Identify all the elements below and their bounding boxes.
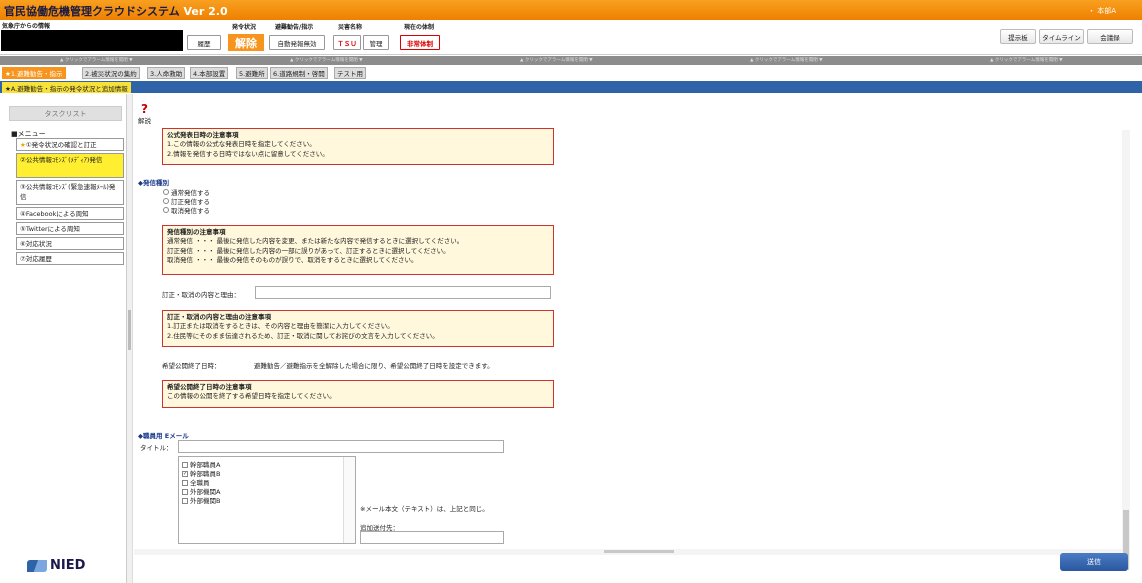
recipient-checkbox[interactable]: 全職員 <box>182 479 210 487</box>
sidebar-item-facebook[interactable]: ④Facebookによる周知 <box>16 207 124 220</box>
alarm-toggle[interactable]: ▲ クリックでアラーム情報を開閉 ▼ <box>990 57 1063 63</box>
tasklist-button[interactable]: タスクリスト <box>9 106 122 121</box>
radio-circle-icon[interactable] <box>163 198 169 204</box>
sidebar-item-status-check[interactable]: ★①発令状況の確認と訂正 <box>16 138 124 151</box>
app-title: 官民協働危機管理クラウドシステム Ver 2.0 <box>4 5 228 18</box>
alarm-toggle[interactable]: ▲ クリックでアラーム情報を開閉 ▼ <box>290 57 363 63</box>
extra-recipient-input[interactable] <box>360 531 504 544</box>
checkbox-icon[interactable] <box>182 498 188 504</box>
manage-button[interactable]: 管理 <box>363 35 389 50</box>
tab-road-control[interactable]: 6.道路規制・啓開 <box>270 67 328 79</box>
disaster-label: 災害名称 <box>338 24 363 31</box>
checkbox-icon[interactable] <box>182 489 188 495</box>
sidebar: タスクリスト ■メニュー ★①発令状況の確認と訂正 ②公共情報ｺﾓﾝｽﾞ(ﾒﾃﾞ… <box>0 94 127 583</box>
end-datetime-note: 避難勧告／避難指示を全解除した場合に限り、希望公開終了日時を設定できます。 <box>254 362 494 370</box>
note-line: 2.住民等にそのまま伝達されるため、訂正・取消に関してお詫びの文言を入力してくだ… <box>167 331 439 340</box>
minutes-button[interactable]: 会議録 <box>1087 29 1133 44</box>
tab-damage-summary[interactable]: 2.被災状況の集約 <box>82 67 140 79</box>
note-title: 発信種別の注意事項 <box>167 228 226 236</box>
subtab-bar: ★A.避難勧告・指示の発令状況と追加情報 <box>0 81 1142 93</box>
note-line: 訂正発信 ・・・ 最後に発信した内容の一部に誤りがあって、訂正するときに選択して… <box>167 246 450 255</box>
splitter-handle[interactable] <box>128 310 131 350</box>
note-send-type: 発信種別の注意事項 通常発信 ・・・ 最後に発信した内容を変更、または新たな内容… <box>162 225 554 275</box>
note-title: 公式発表日時の注意事項 <box>167 131 239 139</box>
radio-circle-icon[interactable] <box>163 189 169 195</box>
note-publish-datetime: 公式発表日時の注意事項 1.この情報の公式な発表日時を指定してください。 2.情… <box>162 128 554 165</box>
note-end-datetime: 希望公開終了日時の注意事項 この情報の公開を終了する希望日時を指定してください。 <box>162 380 554 408</box>
recipient-checkbox[interactable]: 外部機関A <box>182 488 220 496</box>
system-label: 現在の体制 <box>404 24 435 31</box>
title-bar: 官民協働危機管理クラウドシステム Ver 2.0 ・ 本部A <box>0 0 1142 20</box>
alarm-toggle[interactable]: ▲ クリックでアラーム情報を開閉 ▼ <box>520 57 593 63</box>
subtab-evac-status[interactable]: ★A.避難勧告・指示の発令状況と追加情報 <box>2 82 131 93</box>
vertical-scrollbar[interactable] <box>1122 130 1130 570</box>
note-line: 取消発信 ・・・ 最後の発信そのものが誤りで、取消をするときに選択してください。 <box>167 256 418 265</box>
status-value-badge: 解除 <box>228 34 264 51</box>
recipient-checkbox[interactable]: 幹部職員A <box>182 461 220 469</box>
alarm-toggle[interactable]: ▲ クリックでアラーム情報を開閉 ▼ <box>750 57 823 63</box>
note-line: 1.この情報の公式な発表日時を指定してください。 <box>167 140 316 149</box>
sidebar-item-lcommons-mail[interactable]: ③公共情報ｺﾓﾝｽﾞ(緊急速報ﾒｰﾙ)発信 <box>16 180 124 205</box>
alarm-strip[interactable]: ▲ クリックでアラーム情報を開閉 ▼ ▲ クリックでアラーム情報を開閉 ▼ ▲ … <box>0 56 1142 65</box>
recipient-checkbox[interactable]: ✓ 幹部職員B <box>182 470 220 478</box>
nied-logo: NIED <box>27 558 85 573</box>
timeline-button[interactable]: タイムライン <box>1039 29 1084 44</box>
note-line: 通常発信 ・・・ 最後に発信した内容を変更、または新たな内容で発信するときに選択… <box>167 237 464 246</box>
scroll-thumb[interactable] <box>604 550 674 553</box>
sidebar-item-response-status[interactable]: ⑥対応状況 <box>16 237 124 250</box>
recipient-listbox[interactable]: 幹部職員A ✓ 幹部職員B 全職員 外部機関A 外部機関B <box>178 456 356 544</box>
question-icon: ? <box>141 102 148 116</box>
note-title: 訂正・取消の内容と理由の注意事項 <box>167 313 271 321</box>
nied-logo-icon <box>27 559 47 572</box>
note-line: 1.訂正または取消をするときは、その内容と理由を簡潔に入力してください。 <box>167 322 394 331</box>
tab-rescue[interactable]: 3.人命救助 <box>147 67 186 79</box>
sidebar-item-twitter[interactable]: ⑤Twitterによる周知 <box>16 222 124 235</box>
radio-circle-icon[interactable] <box>163 207 169 213</box>
email-section-title: ◆職員用 Eメール <box>138 432 189 440</box>
help-button[interactable]: ? 解説 <box>138 102 151 125</box>
main-tabs: ★1.避難勧告・指示 2.被災状況の集約 3.人命救助 4.本部設置 5.避難所… <box>0 66 1142 80</box>
system-value: 非常体制 <box>400 35 440 50</box>
send-type-title: ◆発信種別 <box>138 179 169 187</box>
note-line: 2.情報を発信する日時ではない点に留意してください。 <box>167 149 329 158</box>
checkbox-icon[interactable] <box>182 480 188 486</box>
auto-evac-button[interactable]: 自動発報無効 <box>269 35 325 50</box>
subject-label: タイトル： <box>140 444 173 452</box>
horizontal-scrollbar[interactable] <box>134 549 1122 555</box>
tab-shelter[interactable]: 5.避難所 <box>236 67 268 79</box>
alarm-toggle[interactable]: ▲ クリックでアラーム情報を開閉 ▼ <box>60 57 133 63</box>
checkbox-icon[interactable] <box>182 462 188 468</box>
end-datetime-label: 希望公開終了日時： <box>162 362 221 370</box>
radio-cancel-send[interactable]: 取消発信する <box>163 205 210 215</box>
subject-input[interactable] <box>178 440 504 453</box>
history-button[interactable]: 履歴 <box>187 35 221 50</box>
correction-reason-input[interactable] <box>255 286 551 299</box>
sidebar-item-lcommons-media[interactable]: ②公共情報ｺﾓﾝｽﾞ(ﾒﾃﾞｨｱ)発信 <box>16 153 124 178</box>
tab-test[interactable]: テスト用 <box>334 67 366 79</box>
jma-info-display <box>1 30 183 51</box>
note-line: この情報の公開を終了する希望日時を指定してください。 <box>167 392 336 401</box>
listbox-scrollbar[interactable] <box>343 457 355 543</box>
sidebar-splitter[interactable] <box>127 94 133 583</box>
app-version: Ver 2.0 <box>183 5 228 18</box>
correction-label: 訂正・取消の内容と理由： <box>162 291 240 299</box>
board-button[interactable]: 提示板 <box>1000 29 1036 44</box>
note-correction: 訂正・取消の内容と理由の注意事項 1.訂正または取消をするときは、その内容と理由… <box>162 310 554 347</box>
sidebar-item-response-history[interactable]: ⑦対応履歴 <box>16 252 124 265</box>
tab-headquarters[interactable]: 4.本部設置 <box>190 67 229 79</box>
user-name[interactable]: ・ 本部A <box>1088 6 1116 16</box>
content-area: ? 解説 公式発表日時の注意事項 1.この情報の公式な発表日時を指定してください。… <box>134 94 1142 583</box>
status-label: 発令状況 <box>232 24 257 31</box>
mail-body-note: ※メール本文（テキスト）は、上記と同じ。 <box>360 505 489 513</box>
evac-label: 避難勧告/指示 <box>275 24 314 31</box>
send-button[interactable]: 送信 <box>1060 553 1128 571</box>
tab-evacuation[interactable]: ★1.避難勧告・指示 <box>2 67 66 79</box>
jma-label: 気象庁からの情報 <box>2 23 51 30</box>
note-title: 希望公開終了日時の注意事項 <box>167 383 252 391</box>
header-info-panel: 気象庁からの情報 発令状況 履歴 解除 避難勧告/指示 自動発報無効 災害名称 … <box>0 20 1142 55</box>
recipient-checkbox[interactable]: 外部機関B <box>182 497 220 505</box>
disaster-name-value: ＴＳＵ <box>333 35 361 50</box>
checkbox-checked-icon[interactable]: ✓ <box>182 471 188 477</box>
